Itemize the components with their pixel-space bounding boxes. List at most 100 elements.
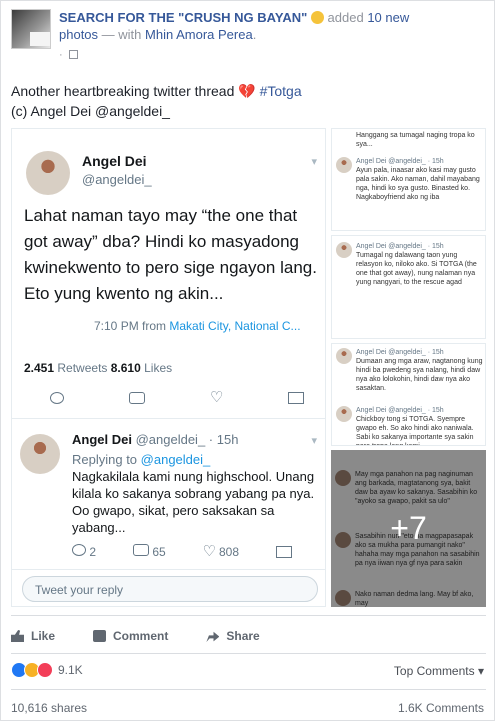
tweet-actions: 2 65 ♡ 808 [72, 544, 292, 559]
share-label: Share [226, 629, 260, 643]
page-name-link[interactable]: SEARCH FOR THE "CRUSH NG BAYAN" [59, 10, 307, 25]
side-avatar [336, 406, 352, 422]
post-header: SEARCH FOR THE "CRUSH NG BAYAN" added 10… [11, 9, 491, 61]
tweet-handle-time: @angeldei_ · 15h [135, 432, 239, 447]
caption-credit: (c) Angel Dei @angeldei_ [11, 103, 170, 119]
like-count: 808 [218, 544, 240, 559]
side-tweet-content: Angel Dei @angeldei_ · 15h Chickboy tong … [356, 406, 484, 445]
thumbs-up-icon [11, 630, 24, 642]
reply-icon [72, 544, 86, 556]
like-label: Like [31, 629, 56, 643]
broken-heart-icon: 💔 [238, 83, 256, 99]
post-action-bar: Like Comment Share [11, 625, 486, 647]
caption-text: Another heartbreaking twitter thread [11, 83, 235, 99]
chevron-down-icon: ▾ [311, 156, 317, 168]
side-tweet-name: Angel Dei @angeldei_ · 15h [356, 407, 444, 414]
heart-icon: ♡ [210, 389, 224, 406]
top-comments-dropdown[interactable]: Top Comments ▾ [394, 664, 484, 678]
reply-count: 2 [89, 545, 97, 559]
tweet-author-name: Angel Dei [82, 153, 147, 169]
tweet-avatar [20, 434, 60, 474]
side-tweet-text: Ayun pala, inaasar ako kasi may gusto pa… [356, 167, 480, 201]
photo-count-link[interactable]: 10 new [367, 10, 409, 25]
tagged-person-link[interactable]: Mhin Amora Perea [145, 27, 253, 42]
side-tweet-name: Angel Dei @angeldei_ · 15h [356, 158, 444, 165]
side-tweet-text: Chickboy tong si TOTGA. Syempre gwapo eh… [356, 416, 474, 445]
more-photos-count: +7 [390, 510, 427, 546]
reactions-count: 9.1K [58, 663, 83, 677]
hashtag-link[interactable]: #Totga [260, 83, 302, 99]
retweet-count: 2.451 [24, 361, 55, 375]
tweet-location: Makati City, National C... [169, 319, 301, 333]
side-tweet-content: Angel Dei @angeldei_ · 15h Dumaan ang mga… [356, 348, 484, 393]
facebook-post: SEARCH FOR THE "CRUSH NG BAYAN" added 10… [0, 0, 495, 721]
comment-label: Comment [113, 629, 169, 643]
likes-label: Likes [144, 361, 173, 375]
retweet-icon [129, 391, 145, 404]
reply-icon [50, 391, 64, 404]
heart-icon: ♡ [202, 542, 217, 560]
divider [11, 689, 486, 690]
tweet-reply: Angel Dei @angeldei_ · 15h ▾ Replying to… [12, 420, 325, 570]
post-title: SEARCH FOR THE "CRUSH NG BAYAN" added 10… [59, 10, 410, 42]
side-avatar [336, 242, 352, 258]
tweet-body: Lahat naman tayo may “the one that got a… [24, 206, 317, 303]
share-arrow-icon [206, 631, 220, 642]
tweet-main: Angel Dei @angeldei_ ▾ Lahat naman tayo … [12, 129, 325, 419]
side-tweet-text: Tumagal ng dalawang taon yung relasyon k… [356, 252, 477, 286]
tweet-actions: ♡ [50, 389, 304, 406]
retweet-icon [132, 544, 149, 556]
post-meta: · [59, 49, 78, 61]
side-tweet-name: Angel Dei @angeldei_ · 15h [356, 349, 444, 356]
like-action: ♡ 808 [202, 542, 240, 560]
side-tweet-content: Angel Dei @angeldei_ · 15h Tumagal ng dal… [356, 242, 484, 287]
side-tweet-text: Hanggang sa tumagal naging tropa ko sya.… [356, 132, 475, 148]
divider [11, 615, 486, 616]
main-photo[interactable]: Angel Dei @angeldei_ ▾ Lahat naman tayo … [11, 128, 326, 607]
side-avatar [336, 348, 352, 364]
divider [11, 653, 486, 654]
tweet-author-handle: @angeldei_ [82, 172, 152, 187]
reactions-summary[interactable]: 9.1K [11, 662, 83, 678]
with-text: — with [101, 27, 142, 42]
replying-handle: @angeldei_ [140, 452, 211, 467]
side-tweet-text: Dumaan ang mga araw, nagtanong kung hind… [356, 358, 483, 392]
page-avatar[interactable] [11, 9, 51, 49]
mail-icon [275, 545, 292, 558]
top-comments-label: Top Comments [393, 664, 475, 678]
tweet-author-name: Angel Dei [72, 432, 132, 447]
retweets-label: Retweets [57, 361, 108, 375]
replying-label: Replying to [72, 452, 138, 467]
tweet-avatar [26, 151, 70, 195]
action-text: added [327, 10, 364, 25]
side-avatar [336, 157, 352, 173]
side-photo-1[interactable]: Hanggang sa tumagal naging tropa ko sya.… [331, 128, 486, 231]
photo-grid: Angel Dei @angeldei_ ▾ Lahat naman tayo … [11, 128, 486, 607]
shares-count[interactable]: 10,616 shares [11, 701, 87, 715]
side-photo-more[interactable]: May mga panahon na pag naginuman ang bar… [331, 450, 486, 607]
privacy-icon[interactable] [68, 50, 78, 59]
tweet-stats: 2.451 Retweets 8.610 Likes [24, 361, 172, 375]
chevron-down-icon: ▾ [311, 435, 317, 447]
tweet-header: Angel Dei @angeldei_ · 15h [72, 432, 238, 447]
share-button[interactable]: Share [206, 629, 260, 643]
caret-down-icon: ▾ [477, 664, 484, 678]
replying-to: Replying to @angeldei_ [72, 452, 210, 467]
comments-count[interactable]: 1.6K Comments [398, 701, 484, 715]
like-count: 8.610 [110, 361, 141, 375]
photos-link[interactable]: photos [59, 27, 98, 42]
retweet-action: 65 [132, 544, 166, 559]
post-caption: Another heartbreaking twitter thread 💔 #… [11, 81, 486, 121]
tweet-body: Nagkakilala kami nung highschool. Unang … [72, 469, 315, 535]
side-photo-3[interactable]: Angel Dei @angeldei_ · 15h Dumaan ang mga… [331, 343, 486, 446]
comment-button[interactable]: Comment [93, 629, 168, 643]
tweet-time-text: 7:10 PM from [94, 319, 167, 333]
comment-icon [93, 630, 107, 642]
like-button[interactable]: Like [11, 629, 55, 643]
smile-emoji-icon [310, 11, 324, 24]
love-reaction-icon [37, 662, 53, 678]
side-photo-2[interactable]: Angel Dei @angeldei_ · 15h Tumagal ng dal… [331, 235, 486, 339]
reply-action: 2 [72, 544, 96, 559]
tweet-reply-box: Tweet your reply [22, 576, 318, 602]
side-tweet-content: Angel Dei @angeldei_ · 15h Ayun pala, ina… [356, 157, 484, 202]
